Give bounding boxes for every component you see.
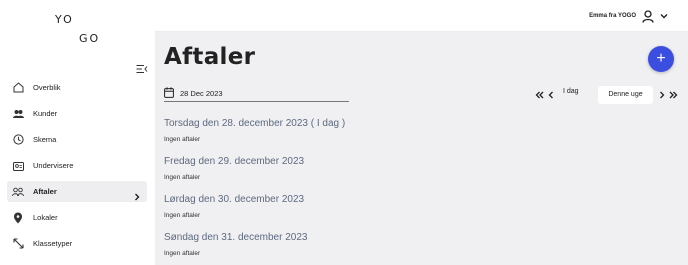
previous-day-chevron-icon[interactable]: [548, 91, 554, 99]
sidebar-item-lokaler[interactable]: Lokaler: [7, 207, 147, 228]
sidebar-item-klassetyper[interactable]: Klassetyper: [7, 233, 147, 254]
day-heading: Søndag den 31. december 2023: [164, 232, 308, 243]
sidebar-item-label: Undervisere: [33, 161, 74, 170]
day-section: Torsdag den 28. december 2023 ( I dag ) …: [164, 118, 345, 143]
day-heading: Lørdag den 30. december 2023: [164, 194, 305, 205]
logo: YO GO: [55, 13, 103, 47]
id-card-icon: [12, 160, 24, 172]
page-title: Aftaler: [164, 44, 256, 70]
collapse-sidebar-icon[interactable]: [136, 61, 148, 73]
previous-week-double-chevron-icon[interactable]: [535, 91, 544, 99]
day-heading: Torsdag den 28. december 2023 ( I dag ): [164, 118, 346, 129]
sidebar-item-label: Kunder: [33, 109, 58, 118]
date-value: 28 Dec 2023: [180, 89, 223, 98]
home-icon: [12, 82, 24, 94]
sidebar-item-undervisere[interactable]: Undervisere: [7, 155, 147, 176]
user-menu[interactable]: Emma fra YOGO: [589, 7, 668, 25]
day-heading: Fredag den 29. december 2023: [164, 156, 305, 167]
location-pin-icon: [12, 212, 24, 224]
sidebar: YO GO Overblik Kunder Skema Undervisere: [0, 0, 155, 265]
people-icon: [12, 186, 24, 198]
clock-icon: [12, 134, 24, 146]
users-icon: [12, 108, 24, 120]
day-section: Fredag den 29. december 2023 Ingen aftal…: [164, 156, 304, 181]
no-appointments-text: Ingen aftaler: [164, 250, 201, 257]
main-content: Aftaler + 28 Dec 2023 I dag Denne uge To…: [155, 32, 688, 265]
sidebar-item-kunder[interactable]: Kunder: [7, 103, 147, 124]
expand-arrows-icon: [12, 238, 24, 250]
calendar-icon: [164, 85, 180, 103]
no-appointments-text: Ingen aftaler: [164, 212, 201, 219]
add-appointment-button[interactable]: +: [648, 46, 674, 72]
day-section: Lørdag den 30. december 2023 Ingen aftal…: [164, 194, 304, 219]
sidebar-item-label: Skema: [33, 135, 57, 144]
logo-line-2: GO: [79, 32, 101, 45]
today-button[interactable]: I dag: [563, 88, 579, 95]
sidebar-item-label: Overblik: [33, 83, 61, 92]
next-week-double-chevron-icon[interactable]: [669, 91, 678, 99]
sidebar-item-label: Klassetyper: [33, 239, 73, 248]
chevron-right-icon: [133, 188, 141, 200]
sidebar-item-skema[interactable]: Skema: [7, 129, 147, 150]
app: Emma fra YOGO YO GO Overblik Kunder Skem…: [0, 0, 688, 265]
day-section: Søndag den 31. december 2023 Ingen aftal…: [164, 232, 307, 257]
chevron-down-icon: [660, 13, 668, 19]
sidebar-item-aftaler[interactable]: Aftaler: [7, 181, 147, 202]
sidebar-nav: Overblik Kunder Skema Undervisere Aftale…: [7, 77, 147, 259]
next-day-chevron-icon[interactable]: [659, 91, 665, 99]
user-name: Emma fra YOGO: [589, 13, 636, 19]
date-picker-field[interactable]: 28 Dec 2023: [164, 86, 349, 102]
sidebar-item-overblik[interactable]: Overblik: [7, 77, 147, 98]
sidebar-item-label: Aftaler: [33, 187, 57, 196]
no-appointments-text: Ingen aftaler: [164, 136, 201, 143]
user-icon: [642, 9, 654, 23]
logo-line-1: YO: [55, 13, 74, 26]
no-appointments-text: Ingen aftaler: [164, 174, 201, 181]
this-week-button[interactable]: Denne uge: [598, 86, 653, 104]
sidebar-item-label: Lokaler: [33, 213, 58, 222]
